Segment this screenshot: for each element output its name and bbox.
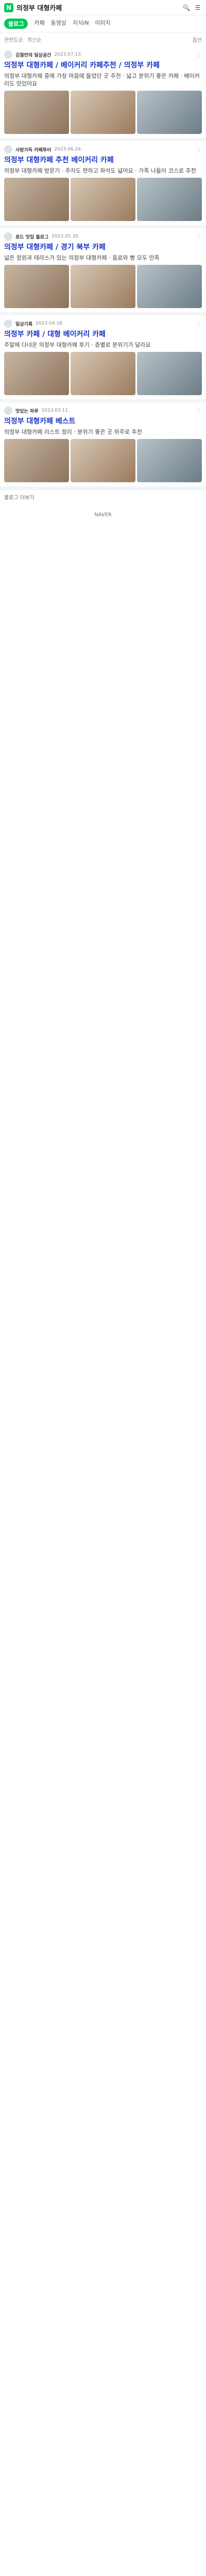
tab-video[interactable]: 동영상 [51, 19, 66, 29]
filter-options[interactable]: 옵션 [193, 36, 202, 43]
post-date: 2023.07.13. [54, 52, 82, 57]
blog-post[interactable]: 김철연의 일상공간 2023.07.13. ⋮ 의정부 대형카페 / 베이커리 카페추… [0, 46, 206, 141]
post-title[interactable]: 의정부 대형카페 추천 베이커리 카페 [4, 156, 202, 165]
thumbnail[interactable] [137, 178, 202, 221]
thumbnail[interactable] [137, 265, 202, 308]
thumbnail[interactable] [71, 352, 135, 395]
post-thumbnails[interactable] [4, 178, 202, 221]
post-desc: 의정부 대형카페 리스트 정리 · 분위기 좋은 곳 위주로 추천 [4, 429, 142, 435]
post-title[interactable]: 의정부 대형카페 베스트 [4, 417, 202, 426]
post-thumbnails[interactable] [4, 265, 202, 308]
more-icon[interactable]: ⋮ [196, 51, 202, 58]
thumbnail[interactable] [4, 439, 69, 482]
blog-name[interactable]: 사랑가득 카페투어 [15, 146, 51, 153]
post-title[interactable]: 의정부 대형카페 / 베이커리 카페추천 / 의정부 카페 [4, 61, 202, 70]
thumbnail[interactable] [71, 265, 135, 308]
thumbnail[interactable] [71, 439, 135, 482]
thumbnail[interactable] [4, 265, 69, 308]
footer: NAVER [94, 512, 112, 518]
post-desc: 의정부 대형카페 방문기 · 주차도 편하고 좌석도 넓어요 · 가족 나들이 … [4, 167, 196, 174]
tab-blog[interactable]: 블로그 [4, 19, 28, 29]
search-query[interactable]: 의정부 대형카페 [16, 3, 179, 12]
more-icon[interactable]: ⋮ [196, 233, 202, 240]
avatar [4, 50, 12, 59]
blog-name[interactable]: 맛있는 하루 [15, 408, 39, 414]
post-desc: 넓은 정원과 테라스가 있는 의정부 대형카페 · 음료와 빵 모두 만족 [4, 255, 160, 261]
filter-relevance[interactable]: 관련도순 [4, 36, 23, 43]
tab-cafe[interactable]: 카페 [34, 19, 44, 29]
tab-kin[interactable]: 지식iN [73, 19, 89, 29]
avatar [4, 145, 12, 154]
thumbnail[interactable] [4, 352, 69, 395]
thumbnail[interactable] [71, 178, 135, 221]
post-thumbnails[interactable] [4, 439, 202, 482]
post-thumbnails[interactable] [4, 352, 202, 395]
thumbnail[interactable] [4, 178, 69, 221]
post-title[interactable]: 의정부 카페 / 대형 베이커리 카페 [4, 330, 202, 339]
tab-image[interactable]: 이미지 [95, 19, 111, 29]
post-title[interactable]: 의정부 대형카페 / 경기 북부 카페 [4, 243, 202, 252]
blog-name[interactable]: 김철연의 일상공간 [15, 52, 51, 58]
blog-name[interactable]: 일상기록 [15, 320, 32, 327]
blog-post[interactable]: 일상기록 2023.04.18. ⋮ 의정부 카페 / 대형 베이커리 카페주말에 다… [0, 315, 206, 402]
post-date: 2023.04.18. [36, 321, 64, 326]
blog-post[interactable]: 사랑가득 카페투어 2023.06.24. ⋮ 의정부 대형카페 추천 베이커리 카페… [0, 141, 206, 228]
post-date: 2023.06.24. [54, 147, 82, 152]
post-desc: 의정부 대형카페 중에 가장 마음에 들었던 곳 추천 · 넓고 분위기 좋은 … [4, 73, 200, 87]
thumbnail[interactable] [71, 91, 135, 134]
more-icon[interactable]: ⋮ [196, 146, 202, 153]
search-header: N 의정부 대형카페 🔍 ☰ [0, 0, 206, 15]
post-thumbnails[interactable] [4, 91, 202, 134]
search-icon[interactable]: 🔍 [182, 4, 191, 12]
post-meta: 로드 맛집 블로그 2023.05.30. ⋮ [4, 232, 202, 241]
more-button[interactable]: 블로그 더보기 [0, 489, 206, 504]
post-meta: 맛있는 하루 2023.03.11. ⋮ [4, 406, 202, 415]
blog-name[interactable]: 로드 맛집 블로그 [15, 233, 48, 240]
naver-logo[interactable]: N [4, 3, 13, 12]
avatar [4, 406, 12, 415]
post-meta: 일상기록 2023.04.18. ⋮ [4, 319, 202, 328]
more-icon[interactable]: ⋮ [196, 407, 202, 414]
thumbnail[interactable] [137, 439, 202, 482]
post-desc: 주말에 다녀온 의정부 대형카페 후기 · 층별로 분위기가 달라요 [4, 342, 151, 348]
post-meta: 김철연의 일상공간 2023.07.13. ⋮ [4, 50, 202, 59]
thumbnail[interactable] [4, 91, 69, 134]
post-meta: 사랑가득 카페투어 2023.06.24. ⋮ [4, 145, 202, 154]
avatar [4, 319, 12, 328]
menu-icon[interactable]: ☰ [194, 4, 202, 12]
thumbnail[interactable] [137, 352, 202, 395]
blog-post[interactable]: 맛있는 하루 2023.03.11. ⋮ 의정부 대형카페 베스트의정부 대형카페 리… [0, 402, 206, 489]
blog-post[interactable]: 로드 맛집 블로그 2023.05.30. ⋮ 의정부 대형카페 / 경기 북부 카페… [0, 228, 206, 315]
thumbnail[interactable] [137, 91, 202, 134]
more-icon[interactable]: ⋮ [196, 320, 202, 327]
post-date: 2023.05.30. [52, 234, 80, 239]
search-tabs: 블로그 카페 동영상 지식iN 이미지 [0, 15, 206, 32]
filter-recent[interactable]: 최신순 [27, 36, 42, 43]
post-date: 2023.03.11. [41, 408, 70, 413]
filter-bar: 관련도순 최신순 옵션 [0, 32, 206, 46]
avatar [4, 232, 12, 241]
